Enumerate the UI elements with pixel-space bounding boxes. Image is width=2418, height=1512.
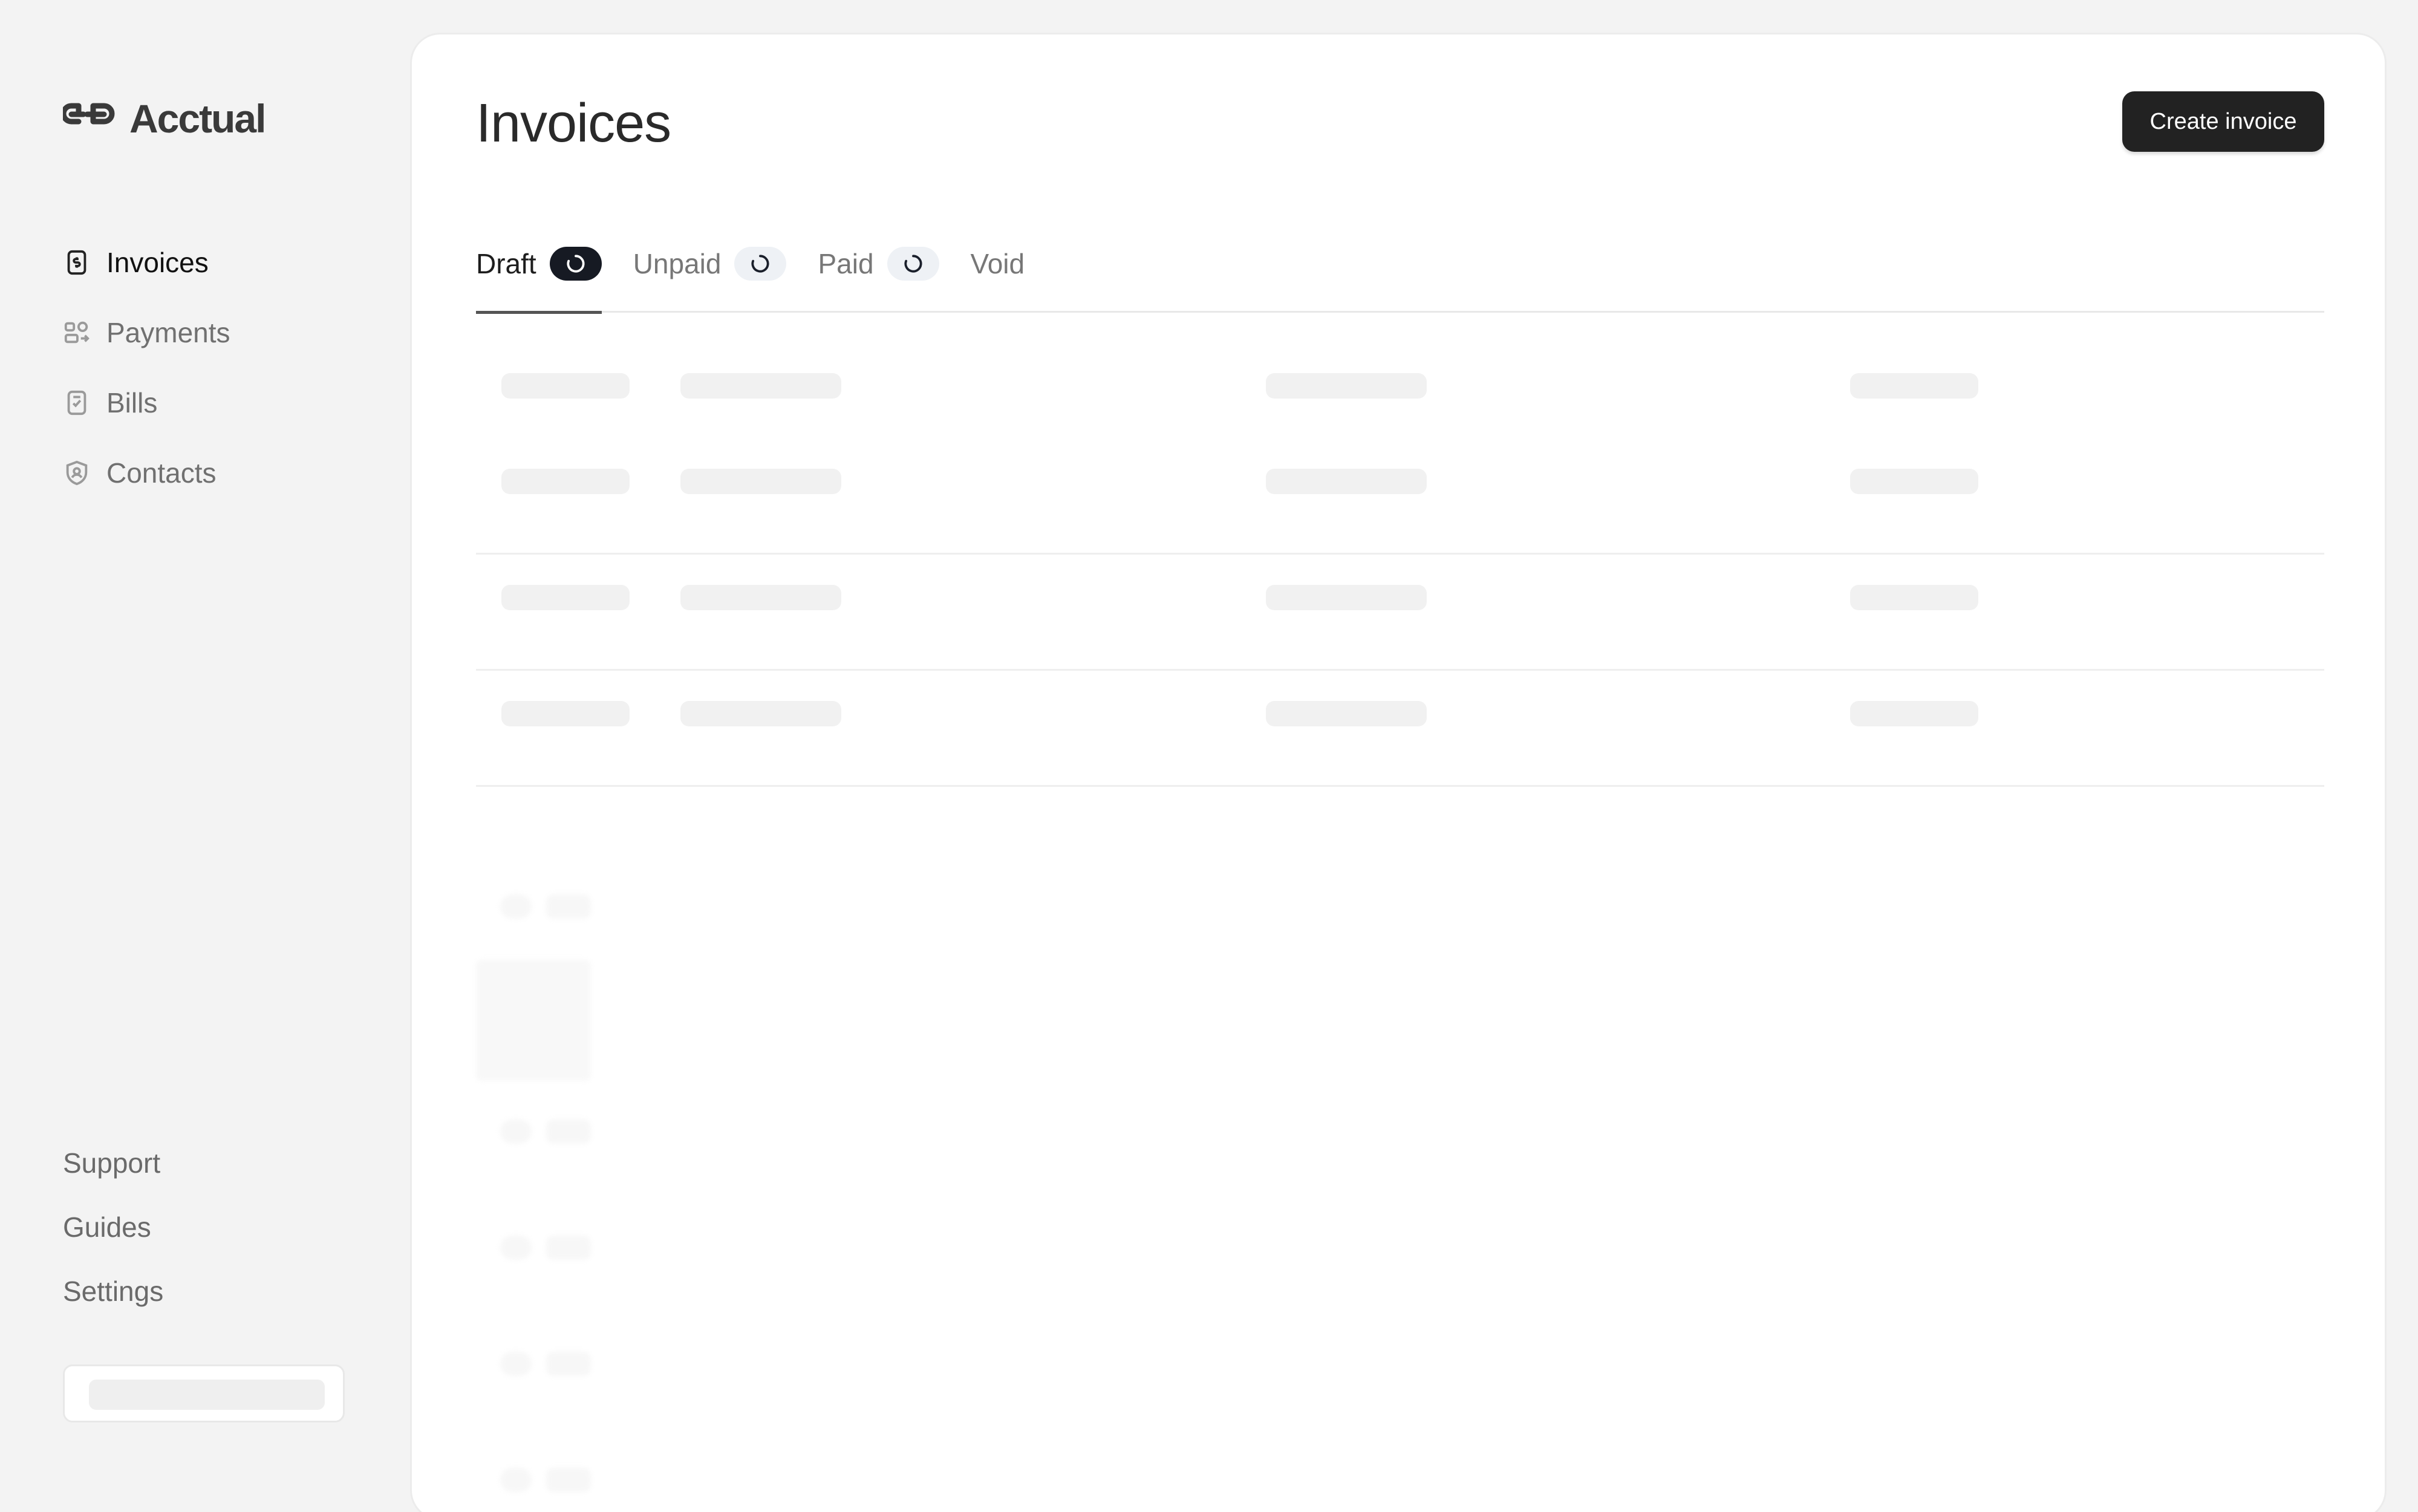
skeleton-cell bbox=[1850, 701, 1978, 726]
tab-paid[interactable]: Paid bbox=[818, 215, 939, 312]
tab-label: Void bbox=[970, 247, 1025, 279]
skeleton-pill bbox=[546, 1236, 591, 1260]
page-title: Invoices bbox=[476, 93, 671, 154]
skeleton-dot bbox=[500, 1468, 532, 1492]
brand-name: Acctual bbox=[129, 96, 266, 141]
sidebar-item-invoices[interactable]: Invoices bbox=[63, 227, 230, 298]
skeleton-dot bbox=[500, 1119, 532, 1144]
loading-placeholder-block bbox=[476, 863, 591, 1512]
tab-label: Unpaid bbox=[633, 247, 722, 279]
skeleton-cell bbox=[680, 585, 841, 610]
loading-spinner-icon bbox=[734, 246, 787, 281]
tab-draft[interactable]: Draft bbox=[476, 215, 602, 314]
tab-label: Paid bbox=[818, 247, 874, 279]
tab-unpaid[interactable]: Unpaid bbox=[633, 215, 787, 312]
sidebar-footer-links: Support Guides Settings bbox=[63, 1131, 163, 1323]
skeleton-card bbox=[476, 960, 591, 1081]
sidebar-item-payments[interactable]: Payments bbox=[63, 298, 230, 368]
skeleton-pill bbox=[546, 1468, 591, 1492]
skeleton-pill bbox=[546, 1119, 591, 1144]
sidebar-item-bills[interactable]: Bills bbox=[63, 368, 230, 438]
create-invoice-button[interactable]: Create invoice bbox=[2122, 91, 2324, 152]
skeleton-cell bbox=[1850, 373, 1978, 399]
skeleton-cell bbox=[1850, 585, 1978, 610]
sidebar-item-label: Contacts bbox=[106, 457, 217, 489]
skeleton-cell bbox=[680, 701, 841, 726]
acctual-logo-icon bbox=[63, 103, 115, 125]
sidebar-item-label: Bills bbox=[106, 387, 158, 419]
sidebar-nav: Invoices Payments Bills Contacts bbox=[63, 227, 230, 508]
skeleton-cell bbox=[501, 585, 630, 610]
skeleton-cell bbox=[1266, 701, 1427, 726]
table-row bbox=[476, 556, 2324, 671]
account-skeleton bbox=[89, 1380, 325, 1410]
skeleton-cell bbox=[1266, 585, 1427, 610]
settings-link[interactable]: Settings bbox=[63, 1259, 163, 1323]
guides-link[interactable]: Guides bbox=[63, 1195, 163, 1259]
main-panel: Invoices Create invoice Draft Unpaid Pai… bbox=[410, 33, 2387, 1512]
skeleton-cell bbox=[501, 373, 630, 399]
sidebar-item-contacts[interactable]: Contacts bbox=[63, 438, 230, 508]
account-switcher[interactable] bbox=[63, 1364, 345, 1422]
contacts-icon bbox=[66, 460, 88, 486]
skeleton-cell bbox=[1266, 373, 1427, 399]
table-row bbox=[476, 672, 2324, 787]
support-link[interactable]: Support bbox=[63, 1131, 163, 1195]
skeleton-cell bbox=[1850, 469, 1978, 494]
invoice-status-tabs: Draft Unpaid Paid Void bbox=[476, 215, 2324, 314]
skeleton-pill bbox=[546, 1352, 591, 1376]
bill-icon bbox=[67, 390, 86, 415]
sidebar: Acctual Invoices Payments Bills Contacts… bbox=[0, 0, 411, 1512]
table-row bbox=[476, 440, 2324, 555]
brand-logo[interactable]: Acctual bbox=[63, 96, 266, 142]
skeleton-cell bbox=[501, 469, 630, 494]
skeleton-dot bbox=[500, 1352, 532, 1376]
skeleton-cell bbox=[501, 701, 630, 726]
skeleton-cell bbox=[680, 373, 841, 399]
skeleton-dot bbox=[500, 894, 532, 919]
skeleton-dot bbox=[500, 1236, 532, 1260]
skeleton-pill bbox=[546, 894, 591, 919]
sidebar-item-label: Payments bbox=[106, 317, 230, 348]
tab-void[interactable]: Void bbox=[971, 215, 1025, 312]
loading-spinner-icon bbox=[887, 246, 939, 281]
skeleton-cell bbox=[1266, 469, 1427, 494]
skeleton-cell bbox=[680, 469, 841, 494]
loading-spinner-icon bbox=[549, 246, 602, 281]
sidebar-item-label: Invoices bbox=[106, 247, 209, 278]
invoice-icon bbox=[67, 250, 86, 275]
tab-label: Draft bbox=[476, 247, 536, 279]
payments-icon bbox=[64, 321, 90, 344]
